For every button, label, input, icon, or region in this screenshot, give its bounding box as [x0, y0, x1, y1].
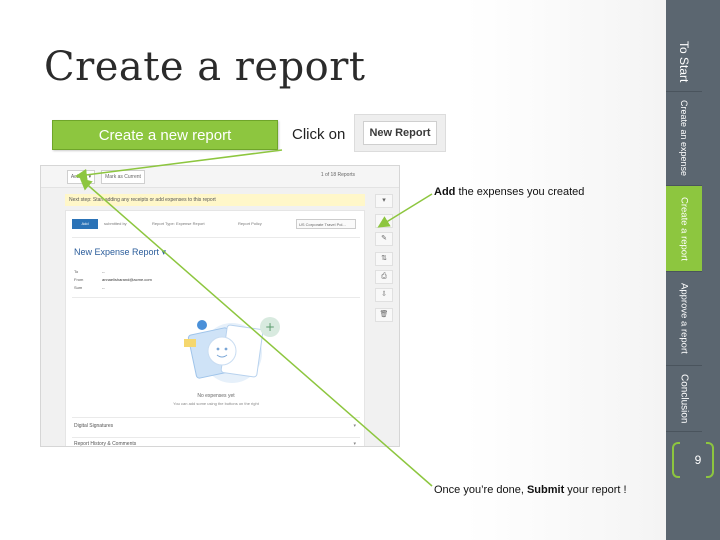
- from-value: annaelisharand@acme.com: [102, 277, 152, 282]
- download-icon[interactable]: ⇩: [375, 288, 393, 302]
- blue-dot: [197, 320, 207, 330]
- dropdown-icon[interactable]: ▾: [375, 194, 393, 208]
- submit-instruction: Once you’re done, Submit your report !: [434, 484, 627, 496]
- smiley-eye: [224, 347, 228, 351]
- digital-signatures-section[interactable]: Digital Signatures: [74, 423, 113, 429]
- expense-report-screenshot: Actions ▾ Mark as Current 1 of 18 Report…: [40, 165, 400, 447]
- next-step-notice: Next step: Start adding any receipts or …: [65, 194, 365, 206]
- side-toolbar: ▾ + ✎ ⇅ ⎙ ⇩ 🗑: [375, 190, 395, 330]
- report-pager: 1 of 18 Reports: [320, 172, 355, 178]
- report-type-label: Report Type: Expense Report: [152, 221, 205, 226]
- sum-value: --: [102, 285, 105, 290]
- screenshot-toolbar: Actions ▾ Mark as Current 1 of 18 Report…: [41, 166, 399, 188]
- divider: [72, 417, 360, 418]
- add-rest-text: the expenses you created: [455, 186, 585, 198]
- actions-dropdown[interactable]: Actions ▾: [67, 170, 95, 184]
- report-card: Add submitted by Report Type: Expense Re…: [65, 210, 365, 446]
- chevron-down-icon[interactable]: ▾: [353, 441, 356, 446]
- edit-icon[interactable]: ✎: [375, 232, 393, 246]
- to-value: --: [102, 269, 105, 274]
- to-field: To --: [74, 269, 105, 274]
- chevron-down-icon[interactable]: ▾: [353, 423, 356, 429]
- divider: [72, 237, 360, 238]
- click-on-text: Click on: [292, 126, 346, 143]
- from-label: From: [74, 277, 84, 282]
- report-history-section[interactable]: Report History & Comments: [74, 441, 136, 446]
- report-header-row: Add submitted by Report Type: Expense Re…: [72, 219, 360, 231]
- tab-create-report[interactable]: Create a report: [666, 186, 702, 272]
- add-icon[interactable]: +: [375, 214, 393, 228]
- create-new-report-button[interactable]: Create a new report: [52, 120, 278, 150]
- page-title: Create a report: [44, 44, 366, 90]
- done-suffix-text: your report !: [564, 484, 627, 496]
- from-field: From annaelisharand@acme.com: [74, 277, 152, 282]
- page-number-bracket-right: [706, 442, 714, 478]
- tab-to-start[interactable]: To Start: [666, 32, 702, 92]
- new-report-thumbnail: New Report: [354, 114, 446, 152]
- done-prefix-text: Once you’re done,: [434, 484, 527, 496]
- tab-approve-report[interactable]: Approve a report: [666, 272, 702, 366]
- sum-label: Sum: [74, 285, 83, 290]
- print-icon[interactable]: ⎙: [375, 270, 393, 284]
- tab-conclusion[interactable]: Conclusion: [666, 366, 702, 432]
- report-policy-select[interactable]: US Corporate Travel Pol...: [296, 219, 356, 229]
- submitted-by-label: submitted by: [104, 221, 127, 226]
- sum-field: Sum --: [74, 285, 105, 290]
- smiley-face: [207, 336, 237, 366]
- to-label: To: [74, 269, 79, 274]
- divider: [72, 437, 360, 438]
- slide: Create a report Create a new report Clic…: [0, 0, 720, 540]
- mark-current-button[interactable]: Mark as Current: [101, 170, 145, 184]
- divider: [72, 297, 360, 298]
- new-report-button[interactable]: New Report: [363, 121, 437, 145]
- add-expense-button[interactable]: Add: [72, 219, 98, 229]
- no-expenses-text: No expenses yet: [197, 393, 235, 399]
- report-name-title[interactable]: New Expense Report ▾: [74, 247, 166, 258]
- submit-bold-text: Submit: [526, 484, 565, 496]
- add-bold-text: Add: [434, 186, 456, 198]
- report-policy-label: Report Policy: [238, 221, 262, 226]
- smiley-eye: [216, 347, 220, 351]
- sort-icon[interactable]: ⇅: [375, 252, 393, 266]
- trash-icon[interactable]: 🗑: [375, 308, 393, 322]
- yellow-tag: [184, 339, 196, 347]
- no-expenses-illustration: +: [184, 317, 280, 383]
- add-expenses-instruction: Add the expenses you created: [434, 186, 584, 198]
- no-expenses-subtext: You can add some using the buttons on th…: [173, 401, 259, 406]
- tab-create-expense[interactable]: Create an expense: [666, 92, 702, 186]
- plus-icon: +: [265, 320, 275, 334]
